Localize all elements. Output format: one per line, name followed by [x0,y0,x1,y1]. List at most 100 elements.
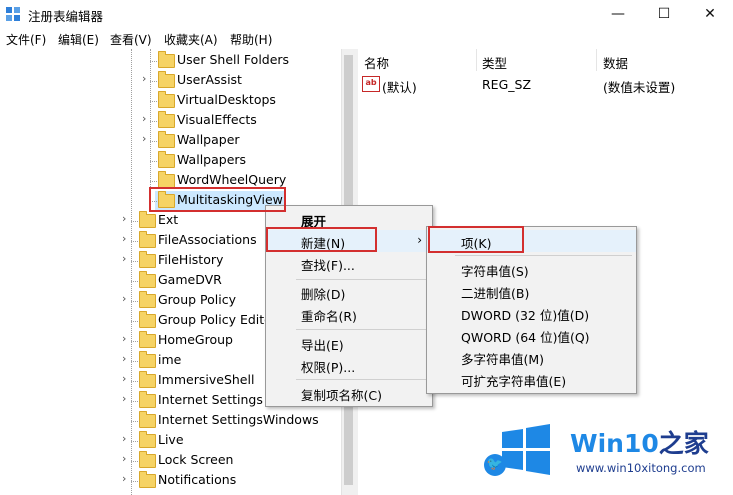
folder-icon [139,451,156,468]
column-header-type[interactable]: 类型 [482,53,507,72]
tree-guide-line [131,341,138,342]
context-menu: 展开 新建(N) › 查找(F)... 删除(D) 重命名(R) 导出(E) 权限… [265,205,433,407]
folder-icon [158,131,175,148]
column-header-name[interactable]: 名称 [364,53,389,72]
tree-node-label: Group Policy [158,292,236,307]
close-button[interactable]: ✕ [687,0,733,29]
tree-guide-line [131,221,138,222]
menu-file[interactable]: 文件(F) [6,31,46,48]
tree-node[interactable]: User Shell Folders [0,51,340,71]
tree-node-label: User Shell Folders [177,52,290,67]
menu-item-label: 重命名(R) [301,309,357,324]
submenu-item-key[interactable]: 项(K) [427,230,636,252]
menu-item-label: QWORD (64 位)值(Q) [461,330,590,345]
tree-guide-line [150,161,157,162]
tree-node-label: VisualEffects [177,112,257,127]
menu-favorites[interactable]: 收藏夹(A) [164,31,218,48]
tree-node-label: ime [158,352,182,367]
tree-node[interactable]: › Lock Screen [0,451,340,471]
expand-chevron-icon[interactable]: › [122,232,132,245]
value-name[interactable]: (默认) [382,77,417,96]
menu-item-label: 权限(P)... [301,360,356,375]
tree-node[interactable]: › UserAssist [0,71,340,91]
submenu-arrow-icon: › [417,233,422,247]
menu-item-rename[interactable]: 重命名(R) [266,303,432,325]
window-title: 注册表编辑器 [28,9,104,24]
watermark: 🐦 Win10之家 www.win10xitong.com [484,414,733,495]
expand-chevron-icon[interactable]: › [142,112,152,125]
expand-chevron-icon[interactable]: › [122,332,132,345]
tree-guide-line [131,441,138,442]
folder-icon [139,311,156,328]
minimize-button[interactable]: — [595,0,641,29]
tree-guide-line [131,481,138,482]
menu-item-label: 多字符串值(M) [461,352,545,367]
string-value-icon: ab [362,76,380,92]
tree-node-label: Wallpaper [177,132,240,147]
submenu-item-multi-string-value[interactable]: 多字符串值(M) [427,346,636,368]
menu-item-find[interactable]: 查找(F)... [266,252,432,274]
menu-item-export[interactable]: 导出(E) [266,332,432,354]
menu-item-label: 删除(D) [301,287,346,302]
submenu-item-dword-value[interactable]: DWORD (32 位)值(D) [427,302,636,324]
tree-node[interactable]: › Wallpaper [0,131,340,151]
tree-node-label: Live [158,432,184,447]
tree-node[interactable]: › Live [0,431,340,451]
submenu-item-string-value[interactable]: 字符串值(S) [427,258,636,280]
folder-icon [158,111,175,128]
menu-item-label: 复制项名称(C) [301,388,382,403]
folder-icon [139,351,156,368]
registry-app-icon [6,7,20,21]
expand-chevron-icon[interactable]: › [142,132,152,145]
column-header-data[interactable]: 数据 [603,53,628,72]
menu-separator [296,279,428,280]
tree-node-label: FileHistory [158,252,224,267]
menu-item-label: 字符串值(S) [461,264,529,279]
expand-chevron-icon[interactable]: › [122,372,132,385]
expand-chevron-icon[interactable]: › [122,292,132,305]
menu-bar: 文件(F) 编辑(E) 查看(V) 收藏夹(A) 帮助(H) [0,29,733,49]
menu-edit[interactable]: 编辑(E) [58,31,99,48]
submenu-item-binary-value[interactable]: 二进制值(B) [427,280,636,302]
tree-guide-line [131,281,138,282]
tree-node[interactable]: WordWheelQuery [0,171,340,191]
folder-icon [139,211,156,228]
menu-view[interactable]: 查看(V) [110,31,152,48]
menu-item-expand[interactable]: 展开 [266,208,432,230]
expand-chevron-icon[interactable]: › [122,352,132,365]
expand-chevron-icon[interactable]: › [122,252,132,265]
tree-node-label: Notifications [158,472,237,487]
menu-help[interactable]: 帮助(H) [230,31,272,48]
expand-chevron-icon[interactable]: › [122,392,132,405]
tree-node-label: Internet Settings [158,392,263,407]
folder-icon [139,271,156,288]
tree-node[interactable]: VirtualDesktops [0,91,340,111]
value-type: REG_SZ [482,77,532,92]
column-divider[interactable] [596,49,597,71]
tree-node[interactable]: › VisualEffects [0,111,340,131]
expand-chevron-icon[interactable]: › [122,452,132,465]
expand-chevron-icon[interactable]: › [122,432,132,445]
menu-item-delete[interactable]: 删除(D) [266,281,432,303]
submenu-item-qword-value[interactable]: QWORD (64 位)值(Q) [427,324,636,346]
expand-chevron-icon[interactable]: › [142,72,152,85]
menu-item-new[interactable]: 新建(N) › [266,230,432,252]
submenu-item-expandable-string-value[interactable]: 可扩充字符串值(E) [427,368,636,390]
menu-item-copy-key-name[interactable]: 复制项名称(C) [266,382,432,404]
tree-node[interactable]: Internet SettingsWindows [0,411,340,431]
new-submenu: 项(K) 字符串值(S) 二进制值(B) DWORD (32 位)值(D) QW… [426,226,637,394]
twitter-bird-icon: 🐦 [484,454,506,476]
folder-icon [158,171,175,188]
tree-guide-line [131,381,138,382]
tree-node[interactable]: Wallpapers [0,151,340,171]
tree-node[interactable]: › Notifications [0,471,340,491]
tree-guide-line [131,321,138,322]
menu-item-permissions[interactable]: 权限(P)... [266,354,432,376]
expand-chevron-icon[interactable]: › [122,212,132,225]
tree-node-label: Wallpapers [177,152,247,167]
expand-chevron-icon[interactable]: › [122,472,132,485]
maximize-button[interactable]: ☐ [641,0,687,29]
column-divider[interactable] [476,49,477,71]
folder-icon [139,391,156,408]
folder-icon [139,411,156,428]
